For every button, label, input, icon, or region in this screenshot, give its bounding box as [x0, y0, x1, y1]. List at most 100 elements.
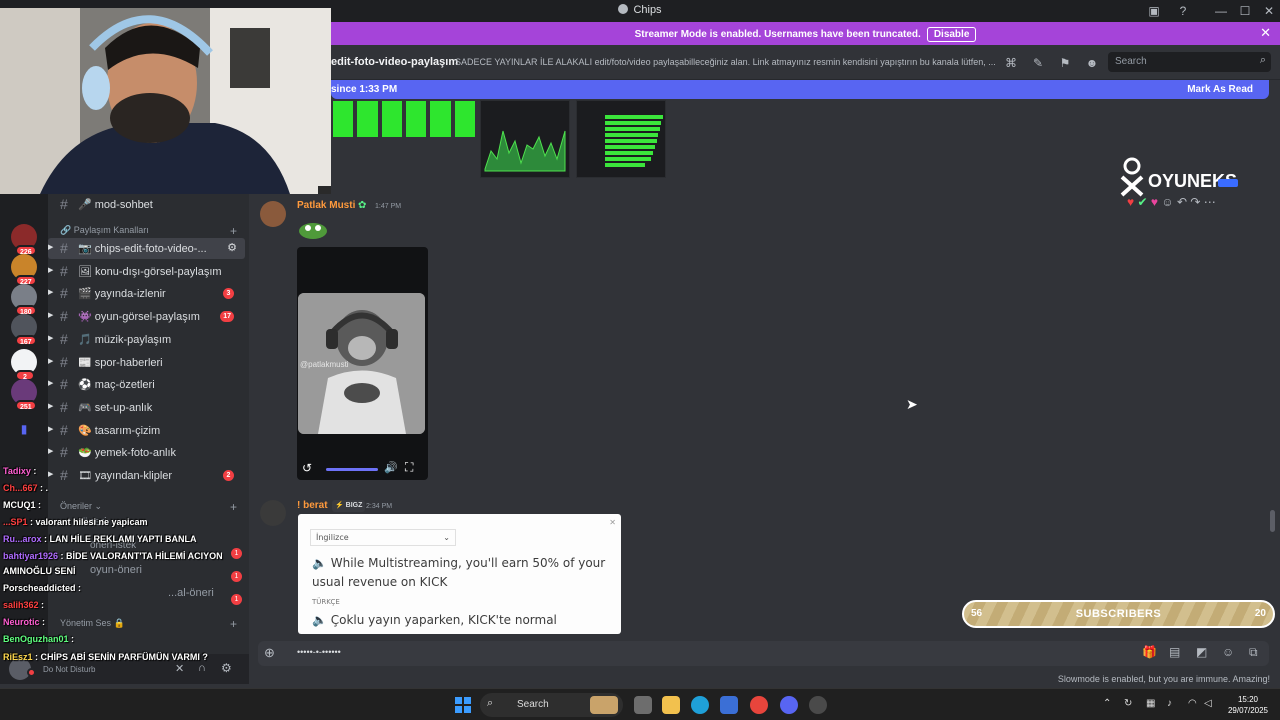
close-window-icon[interactable]: ✕	[1261, 3, 1277, 19]
channel-topic[interactable]: SADECE YAYINLAR İLE ALAKALI edit/foto/vi…	[455, 57, 995, 67]
more-options-icon[interactable]: ⋯	[1204, 195, 1216, 209]
subscribers-goal-bar: 56 SUBSCRIBERS 20	[962, 600, 1275, 628]
sidebar-channel[interactable]: ▶ # 🥗 yemek-foto-anlık	[48, 442, 245, 463]
server-icon[interactable]: 167	[11, 314, 37, 346]
replay-icon[interactable]: ↺	[302, 461, 312, 475]
gif-icon[interactable]: ▤	[1169, 645, 1180, 659]
tray-app-icon[interactable]: ↻	[1124, 698, 1132, 709]
webcam-person-image	[0, 8, 331, 194]
sidebar-channel[interactable]: ▶ # ⚽ maç-özetleri	[48, 374, 245, 395]
sidebar-channel[interactable]: ▶ # 📰 spor-haberleri	[48, 352, 245, 373]
attach-plus-icon[interactable]: ⊕	[264, 645, 275, 661]
unread-arrow-icon: ▶	[48, 266, 54, 274]
avatar[interactable]	[260, 500, 286, 526]
task-view-icon[interactable]	[634, 696, 652, 714]
server-icon[interactable]: 180	[11, 284, 37, 316]
volume-icon[interactable]: 🔊	[384, 461, 398, 474]
channel-label: 📰 spor-haberleri	[78, 356, 163, 369]
help-icon[interactable]: ?	[1175, 3, 1191, 19]
maximize-icon[interactable]: ☐	[1237, 3, 1253, 19]
video-attachment[interactable]: @patlakmusti ↺ 🔊 ⛶	[297, 247, 428, 480]
sidebar-channel[interactable]: ▶ # 🎮 set-up-anlık	[48, 397, 245, 418]
fullscreen-icon[interactable]: ⛶	[405, 460, 413, 475]
react-check-icon[interactable]: ✔	[1137, 195, 1147, 209]
sidebar-channel[interactable]: ▶ # 🖼 konu-dışı-görsel-paylaşım	[48, 261, 245, 282]
taskbar-clock[interactable]: 15:20 29/07/2025	[1228, 694, 1268, 716]
sidebar-channel[interactable]: ▶ # 👾 oyun-görsel-paylaşım 17	[48, 306, 245, 327]
react-love-icon[interactable]: ♥	[1151, 195, 1158, 209]
add-reaction-icon[interactable]: ☺	[1161, 195, 1173, 209]
discord-taskbar-icon[interactable]	[780, 696, 798, 714]
previous-image-bar-chart[interactable]	[576, 100, 666, 178]
volume-slider[interactable]	[326, 468, 378, 471]
previous-image-green-bars[interactable]	[333, 101, 475, 137]
message-hover-actions: ♥ ✔ ♥ ☺ ↶ ↷ ⋯	[1127, 195, 1216, 209]
turkish-text: 🔈 Çoklu yayın yaparken, KICK'te normal	[312, 613, 557, 627]
scrollbar-thumb[interactable]	[1270, 510, 1275, 532]
sticker-icon[interactable]: ◩	[1196, 645, 1207, 659]
reply-icon[interactable]: ↶	[1177, 195, 1187, 209]
mute-bell-icon[interactable]: ✎	[1030, 56, 1046, 72]
server-icon[interactable]: 227	[11, 254, 37, 286]
server-folder-icon[interactable]: ▮	[11, 416, 37, 442]
chat-line: bahtiyar1926 : BİDE VALORANT'TA HİLEMİ A…	[3, 551, 223, 561]
chrome-icon[interactable]	[750, 696, 768, 714]
channel-label: 🎨 tasarım-çizim	[78, 424, 161, 437]
message-composer[interactable]: ⊕ •••••-•-•••••• 🎁 ▤ ◩ ☺ ⧉	[258, 641, 1269, 666]
minimize-icon[interactable]: —	[1213, 3, 1229, 19]
add-channel-icon[interactable]: +	[230, 224, 237, 238]
microphone-icon[interactable]: ♪	[1167, 698, 1172, 709]
channel-label: ⚽ maç-özetleri	[78, 379, 155, 392]
message-author[interactable]: Patlak Musti	[297, 200, 355, 211]
volume-icon[interactable]: ◁	[1204, 698, 1212, 709]
server-icon[interactable]: 2	[11, 349, 37, 381]
image-attachment[interactable]: İngilizce ⌄ ✕ 🔈 While Multistreaming, you…	[298, 514, 621, 634]
channel-label: 👾 oyun-görsel-paylaşım	[78, 311, 200, 324]
steam-icon[interactable]	[809, 696, 827, 714]
composer-text[interactable]: •••••-•-••••••	[297, 647, 341, 657]
search-input[interactable]: Search ⌕	[1108, 52, 1271, 72]
chat-username: Ru...arox	[3, 534, 42, 544]
slowmode-notice: Slowmode is enabled, but you are immune.…	[1057, 674, 1270, 684]
pin-icon[interactable]: ⚑	[1057, 56, 1073, 72]
emoji-icon[interactable]: ☺	[1222, 645, 1234, 659]
windows-start-icon[interactable]	[455, 697, 471, 713]
edge-icon[interactable]	[691, 696, 709, 714]
channel-mod-sohbet[interactable]: # 🎤 mod-sohbet	[48, 194, 245, 215]
hash-icon: #	[60, 196, 68, 212]
server-icon[interactable]: 226	[11, 224, 37, 256]
message-author[interactable]: ! berat	[297, 500, 328, 511]
threads-icon[interactable]: ⌘	[1003, 56, 1019, 72]
wifi-icon[interactable]: ◠	[1188, 698, 1197, 709]
previous-image-line-chart[interactable]	[480, 100, 570, 178]
mark-as-read-button[interactable]: Mark As Read	[1187, 84, 1253, 95]
new-messages-bar[interactable]: since 1:33 PM Mark As Read	[331, 80, 1269, 99]
react-heart-icon[interactable]: ♥	[1127, 195, 1134, 209]
inbox-icon[interactable]: ▣	[1146, 3, 1162, 19]
channel-settings-icon[interactable]: ⚙	[227, 241, 237, 254]
sidebar-channel[interactable]: ▶ # 🎨 tasarım-çizim	[48, 420, 245, 441]
sidebar-channel[interactable]: ▶ # 📷 chips-edit-foto-video-... ⚙	[48, 238, 245, 259]
sidebar-channel[interactable]: ▶ # 🎬 yayında-izlenir 3	[48, 283, 245, 304]
new-messages-since: since 1:33 PM	[331, 84, 398, 95]
unread-arrow-icon: ▶	[48, 448, 54, 456]
clock-date: 29/07/2025	[1227, 706, 1268, 715]
taskbar-search[interactable]: ⌕ Search	[480, 693, 623, 717]
hash-icon: #	[60, 421, 68, 438]
close-banner-icon[interactable]: ✕	[1260, 25, 1271, 41]
clock-time: 15:20	[1237, 695, 1258, 704]
file-explorer-icon[interactable]	[662, 696, 680, 714]
forward-icon[interactable]: ↷	[1190, 195, 1200, 209]
sidebar-channel[interactable]: ▶ # 🎵 müzik-paylaşım	[48, 329, 245, 350]
disable-streamer-mode-button[interactable]: Disable	[926, 27, 977, 42]
store-icon[interactable]	[720, 696, 738, 714]
gift-icon[interactable]: 🎁	[1142, 645, 1157, 659]
tray-chevron-icon[interactable]: ⌃	[1103, 698, 1111, 709]
category-paylasim-kanallari[interactable]: 🔗 Paylaşım Kanalları +	[60, 224, 237, 238]
server-icon[interactable]: 251	[11, 379, 37, 411]
tray-app-icon[interactable]: ▦	[1146, 698, 1155, 709]
hash-icon: #	[60, 308, 68, 325]
avatar[interactable]	[260, 201, 286, 227]
members-icon[interactable]: ☻	[1084, 56, 1100, 72]
apps-icon[interactable]: ⧉	[1249, 645, 1258, 660]
